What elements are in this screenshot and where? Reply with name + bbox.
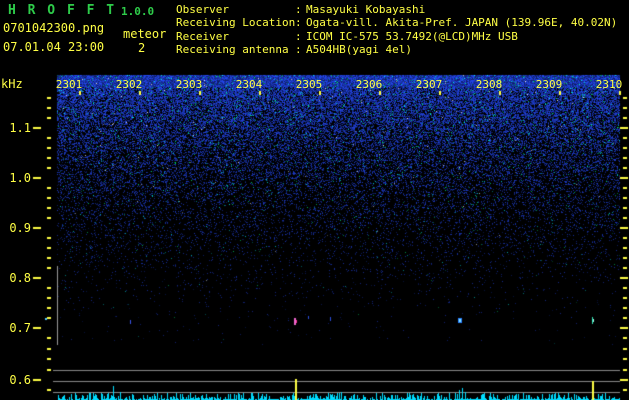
time-tick-label: 2304: [235, 78, 263, 91]
freq-tick-label: 0.9: [9, 221, 31, 235]
info-row-location: Receiving Location: Ogata-vill. Akita-Pre…: [176, 16, 617, 29]
mode-label: meteor: [123, 27, 167, 41]
time-tick-label: 2301: [55, 78, 83, 91]
info-value: Ogata-vill. Akita-Pref. JAPAN (139.96E, …: [306, 16, 618, 30]
freq-tick-label: 0.7: [9, 321, 31, 335]
time-tick-label: 2305: [295, 78, 323, 91]
time-tick-label: 2309: [535, 78, 563, 91]
app-version: 1.0.0: [121, 5, 155, 18]
info-value: A504HB(yagi 4el): [306, 43, 412, 57]
time-tick-label: 2306: [355, 78, 383, 91]
info-value: ICOM IC-575 53.7492(@LCD)MHz USB: [306, 29, 518, 43]
freq-tick-label: 0.6: [9, 373, 31, 387]
freq-tick-label: 0.8: [9, 271, 31, 285]
output-filename: 0701042300.png: [3, 21, 105, 35]
time-tick-label: 2307: [415, 78, 443, 91]
freq-unit-label: kHz: [1, 77, 23, 91]
info-row-antenna: Receiving antenna: A504HB(yagi 4el): [176, 43, 617, 56]
info-row-receiver: Receiver: ICOM IC-575 53.7492(@LCD)MHz US…: [176, 30, 617, 43]
time-tick-label: 2302: [115, 78, 143, 91]
info-separator: :: [295, 29, 302, 43]
info-label: Receiving antenna: [176, 43, 289, 57]
time-tick-label: 2303: [175, 78, 203, 91]
station-info-table: Observer: Masayuki Kobayashi Receiving Lo…: [176, 3, 617, 57]
info-label: Receiving Location: [176, 16, 296, 30]
observation-datetime: 07.01.04 23:00: [3, 40, 105, 54]
info-row-observer: Observer: Masayuki Kobayashi: [176, 3, 617, 16]
info-separator: :: [295, 43, 302, 57]
info-value: Masayuki Kobayashi: [306, 3, 426, 16]
info-separator: :: [295, 3, 302, 16]
app-title: H R O F F T: [8, 3, 117, 18]
time-tick-label: 2308: [475, 78, 503, 91]
info-label: Observer: [176, 3, 229, 16]
spectrogram-canvas: [0, 0, 629, 400]
hrofft-screen: H R O F F T 1.0.0 0701042300.png meteor …: [0, 0, 629, 400]
freq-tick-label: 1.0: [9, 171, 31, 185]
time-tick-label: 2310: [595, 78, 623, 91]
meteor-count: 2: [138, 41, 146, 55]
info-label: Receiver: [176, 29, 229, 43]
info-separator: :: [295, 16, 302, 30]
freq-tick-label: 1.1: [9, 121, 31, 135]
